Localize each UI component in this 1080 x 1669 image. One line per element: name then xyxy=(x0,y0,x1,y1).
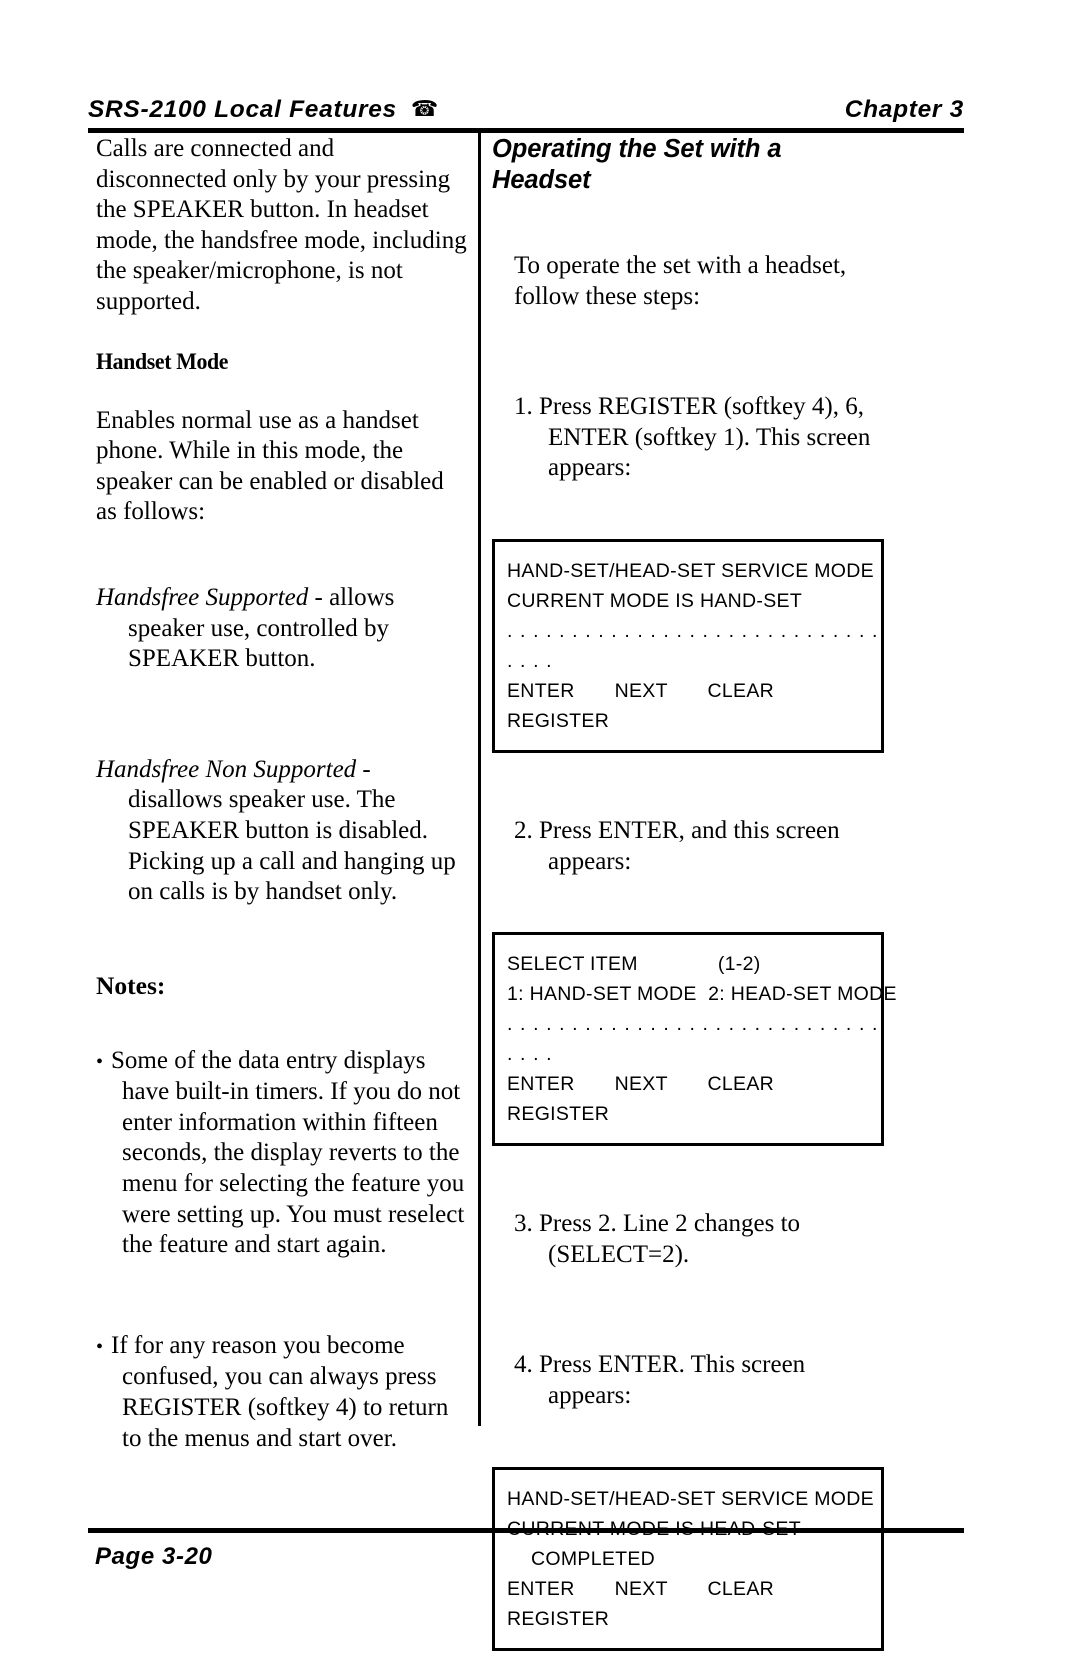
step-item: 2. Press ENTER, and this screen appears: xyxy=(492,816,884,877)
lcd-line-dots: . . . . xyxy=(507,649,553,672)
lcd-line-dots: . . . . . . . . . . . . . . . . . . . . … xyxy=(507,619,879,642)
lcd-line-dots: . . . . xyxy=(507,1043,553,1066)
step-number: 3. xyxy=(514,1210,533,1238)
step-text: Press REGISTER (softkey 4), 6, ENTER (so… xyxy=(539,393,871,482)
lcd-line-dots: . . . . . . . . . . . . . . . . . . . . … xyxy=(507,1013,879,1036)
handset-mode-paragraph: Enables normal use as a handset phone. W… xyxy=(96,406,444,526)
header-divider-rule xyxy=(88,128,964,133)
step-text: Press ENTER. This screen appears: xyxy=(539,1351,806,1409)
definition-term: Handsfree Supported xyxy=(96,583,309,611)
left-column: Calls are connected and disconnected onl… xyxy=(96,134,468,1479)
chapter-label: Chapter 3 xyxy=(844,96,964,123)
section-intro-paragraph: To operate the set with a headset, follo… xyxy=(514,252,847,310)
column-divider-rule xyxy=(478,133,481,1426)
header-left-group: SRS-2100 Local Features ☎ xyxy=(88,96,438,124)
lcd-line: 1: HAND-SET MODE 2: HEAD-SET MODE xyxy=(507,983,897,1006)
definition-item: Handsfree Supported - allows speaker use… xyxy=(96,583,468,675)
page-number-label: Page 3-20 xyxy=(95,1543,213,1570)
page-title: SRS-2100 Local Features xyxy=(88,96,397,123)
lcd-status-line: COMPLETED xyxy=(531,1547,656,1570)
bullet-icon: • xyxy=(96,1050,104,1073)
note-bullet-item: • Some of the data entry displays have bu… xyxy=(96,1046,468,1261)
lcd-softkey-row: ENTER NEXT CLEAR xyxy=(507,1073,775,1096)
notes-heading: Notes: xyxy=(96,970,166,1000)
lcd-softkey-row: REGISTER xyxy=(507,1103,610,1126)
lcd-softkey-row: REGISTER xyxy=(507,1607,610,1630)
telephone-icon: ☎ xyxy=(410,96,439,121)
step-number: 4. xyxy=(514,1351,533,1379)
step-item: 3. Press 2. Line 2 changes to (SELECT=2)… xyxy=(492,1209,884,1270)
lcd-screen-2: SELECT ITEM (1-2) 1: HAND-SET MODE 2: HE… xyxy=(492,932,897,1147)
lcd-screen-1: HAND-SET/HEAD-SET SERVICE MODE CURRENT M… xyxy=(492,538,884,753)
section-heading: Operating the Set with a Headset xyxy=(492,135,782,194)
lcd-line: CURRENT MODE IS HAND-SET xyxy=(507,589,803,612)
step-text: Press 2. Line 2 changes to (SELECT=2). xyxy=(539,1210,801,1268)
definition-term: Handsfree Non Supported xyxy=(96,755,357,783)
intro-paragraph: Calls are connected and disconnected onl… xyxy=(96,135,467,315)
document-page: SRS-2100 Local Features ☎ Chapter 3 Call… xyxy=(0,0,1080,1669)
step-number: 2. xyxy=(514,816,533,844)
footer-divider-rule xyxy=(88,1528,964,1533)
step-item: 1. Press REGISTER (softkey 4), 6, ENTER … xyxy=(492,392,884,484)
step-number: 1. xyxy=(514,393,533,421)
running-header: SRS-2100 Local Features ☎ Chapter 3 xyxy=(88,84,964,124)
definition-item: Handsfree Non Supported - disallows spea… xyxy=(96,755,468,908)
note-text: If for any reason you become confused, y… xyxy=(111,1331,449,1452)
lcd-line: HAND-SET/HEAD-SET SERVICE MODE xyxy=(507,559,874,582)
lcd-softkey-row: ENTER NEXT CLEAR xyxy=(507,1577,775,1600)
bullet-icon: • xyxy=(96,1335,104,1358)
lcd-screen-3: HAND-SET/HEAD-SET SERVICE MODE CURRENT M… xyxy=(492,1466,884,1651)
lcd-line: SELECT ITEM (1-2) xyxy=(507,953,761,976)
step-text: Press ENTER, and this screen appears: xyxy=(539,816,840,875)
note-bullet-item: • If for any reason you become confused, … xyxy=(96,1331,468,1454)
lcd-softkey-row: ENTER NEXT CLEAR xyxy=(507,679,775,702)
lcd-softkey-row: REGISTER xyxy=(507,709,610,732)
lcd-line: HAND-SET/HEAD-SET SERVICE MODE xyxy=(507,1487,874,1510)
note-text: Some of the data entry displays have bui… xyxy=(111,1046,465,1259)
step-item: 4. Press ENTER. This screen appears: xyxy=(492,1350,884,1411)
right-column: Operating the Set with a Headset To oper… xyxy=(492,134,897,1651)
handset-mode-heading: Handset Mode xyxy=(96,348,229,375)
